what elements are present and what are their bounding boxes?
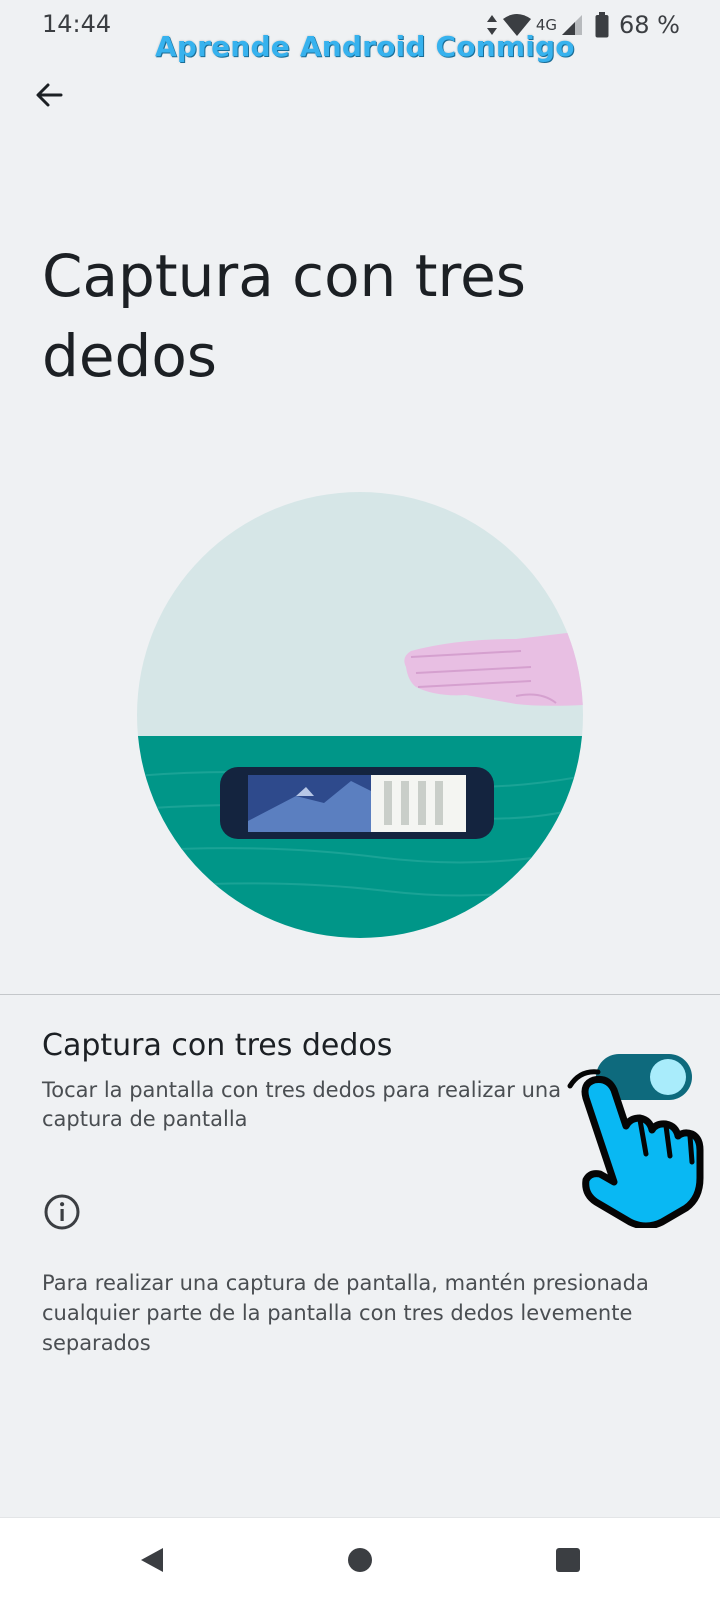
setting-title: Captura con tres dedos bbox=[42, 1028, 393, 1063]
back-button[interactable] bbox=[28, 74, 70, 116]
battery-icon bbox=[595, 12, 609, 38]
info-icon bbox=[44, 1194, 80, 1230]
system-navigation-bar bbox=[0, 1517, 720, 1600]
square-recents-icon bbox=[556, 1548, 580, 1572]
status-time: 14:44 bbox=[42, 10, 112, 38]
setting-summary: Tocar la pantalla con tres dedos para re… bbox=[42, 1078, 562, 1131]
three-finger-screenshot-toggle[interactable] bbox=[596, 1054, 692, 1100]
battery-percentage: 68 % bbox=[619, 11, 680, 39]
arrow-back-icon bbox=[36, 83, 63, 107]
nav-recents-button[interactable] bbox=[544, 1536, 592, 1584]
section-divider bbox=[0, 994, 720, 995]
circle-home-icon bbox=[348, 1548, 372, 1572]
triangle-back-icon bbox=[141, 1548, 163, 1572]
three-finger-screenshot-setting[interactable]: Captura con tres dedos Tocar la pantalla… bbox=[0, 1010, 720, 1140]
toggle-thumb bbox=[650, 1059, 686, 1095]
nav-home-button[interactable] bbox=[336, 1536, 384, 1584]
info-description: Para realizar una captura de pantalla, m… bbox=[42, 1271, 649, 1355]
page-title: Captura con tres dedos bbox=[42, 242, 526, 390]
three-finger-illustration bbox=[137, 492, 583, 938]
nav-back-button[interactable] bbox=[128, 1536, 176, 1584]
watermark-text: Aprende Android Conmigo bbox=[155, 30, 575, 63]
